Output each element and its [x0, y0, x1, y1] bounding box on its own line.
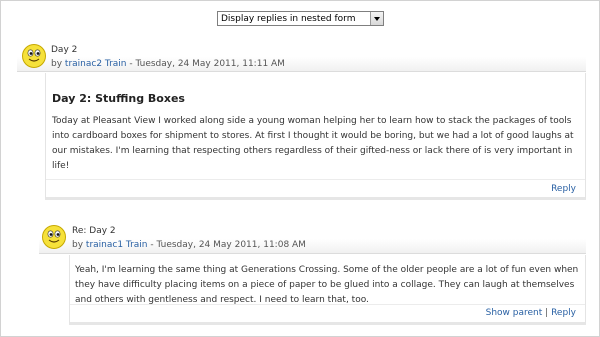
user-avatar-icon[interactable] — [21, 43, 47, 69]
post-commands: Reply — [551, 184, 576, 194]
forum-discussion-frame: Display replies in nested form Day 2 by … — [0, 0, 600, 337]
author-link[interactable]: trainac2 Train — [65, 59, 127, 69]
display-mode-selected: Display replies in nested form — [221, 13, 356, 24]
post-subject: Re: Day 2 — [72, 226, 116, 236]
post-content: Yeah, I'm learning the same thing at Gen… — [69, 255, 586, 325]
post-date: - Tuesday, 24 May 2011, 11:11 AM — [126, 59, 285, 69]
post-byline: by trainac1 Train - Tuesday, 24 May 2011… — [72, 240, 572, 250]
post-date: - Tuesday, 24 May 2011, 11:08 AM — [147, 240, 306, 250]
post-message: Yeah, I'm learning the same thing at Gen… — [75, 265, 579, 305]
post-title: Day 2: Stuffing Boxes — [52, 92, 185, 105]
byline-by: by — [72, 240, 84, 250]
post-subject: Day 2 — [51, 45, 78, 55]
post-header: Day 2 by trainac2 Train - Tuesday, 24 Ma… — [17, 40, 586, 72]
post-commands: Show parent | Reply — [486, 308, 576, 318]
post-header: Re: Day 2 by trainac1 Train - Tuesday, 2… — [39, 222, 586, 254]
show-parent-link[interactable]: Show parent — [486, 308, 543, 318]
author-link[interactable]: trainac1 Train — [86, 240, 148, 250]
byline-by: by — [51, 59, 63, 69]
post-content: Day 2: Stuffing Boxes Today at Pleasant … — [45, 73, 586, 200]
user-avatar-icon[interactable] — [41, 224, 67, 250]
reply-link[interactable]: Reply — [551, 308, 576, 318]
display-mode-select[interactable]: Display replies in nested form — [217, 11, 384, 26]
post-byline: by trainac2 Train - Tuesday, 24 May 2011… — [51, 59, 571, 69]
divider — [46, 179, 585, 180]
command-separator: | — [545, 308, 549, 318]
reply-link[interactable]: Reply — [551, 184, 576, 194]
post-message: Today at Pleasant View I worked along si… — [52, 116, 574, 171]
divider — [70, 304, 585, 305]
chevron-down-icon[interactable] — [370, 12, 383, 25]
